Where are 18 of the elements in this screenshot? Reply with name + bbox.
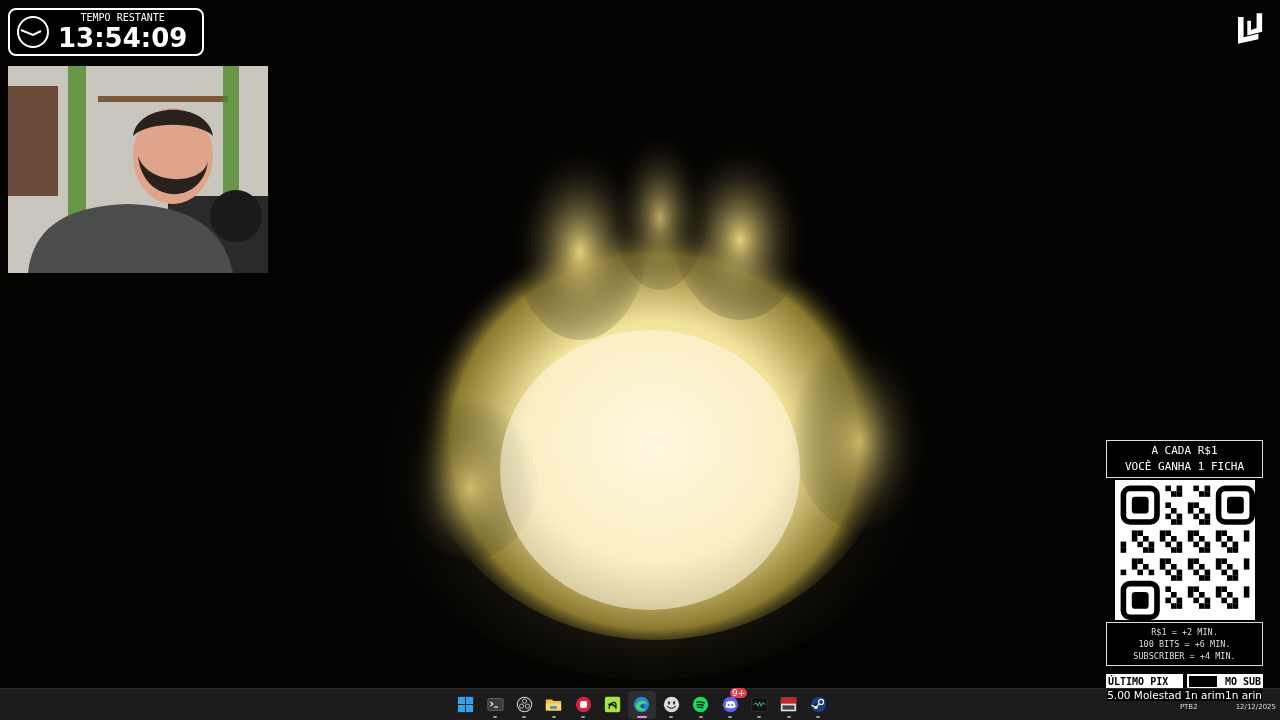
ticker-text: 1n arim1n arin — [1184, 689, 1262, 701]
ring-icon — [515, 696, 533, 713]
controller-icon — [721, 696, 739, 713]
tile-icon — [604, 696, 622, 713]
joint-circle-icon — [809, 696, 827, 713]
banner-tile-icon — [780, 696, 798, 713]
swirl-icon — [633, 696, 651, 713]
round-badge-icon — [574, 696, 592, 713]
four-squares-icon — [457, 696, 475, 713]
smiley-icon — [662, 696, 680, 713]
terminal-icon — [486, 696, 504, 713]
waves-circle-icon — [692, 696, 710, 713]
waveform-icon — [751, 696, 769, 713]
folder-icon — [545, 696, 563, 713]
taskbar-app-button[interactable] — [627, 690, 657, 719]
notification-badge: 9+ — [730, 687, 748, 698]
taskbar-app-button[interactable]: 9+ — [715, 690, 745, 719]
ticker-text: 5.00 Molestad — [1107, 689, 1182, 701]
